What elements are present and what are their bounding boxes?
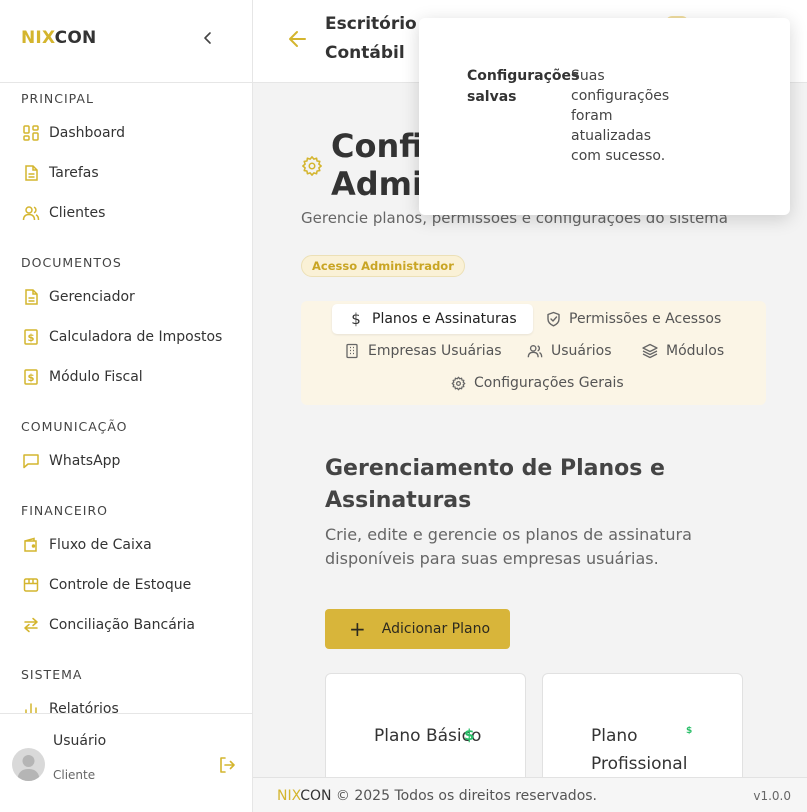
sidebar-item-label: Clientes	[49, 205, 106, 221]
wallet-icon	[21, 535, 41, 555]
chat-icon	[21, 451, 41, 471]
svg-text:$: $	[351, 311, 361, 327]
tab-list: $ Planos e Assinaturas Permissões e Aces…	[301, 301, 766, 405]
logo[interactable]: NIXCON	[21, 28, 96, 48]
toast-notification[interactable]: Configurações salvas Suas configurações …	[419, 18, 790, 215]
dollar-icon: $	[348, 311, 364, 327]
sidebar-item-relatorios[interactable]: Relatórios	[21, 697, 119, 713]
sidebar-item-label: Tarefas	[49, 165, 99, 181]
section-title-documentos: DOCUMENTOS	[21, 255, 122, 270]
tab-label: Usuários	[551, 343, 612, 359]
dollar-icon: $	[686, 726, 693, 736]
tab-planos-e-assinaturas[interactable]: $ Planos e Assinaturas	[332, 304, 533, 334]
section-title-sistema: SISTEMA	[21, 667, 83, 682]
copyright-text: © 2025 Todos os direitos reservados.	[331, 788, 598, 804]
toast-title: Configurações salvas	[467, 68, 580, 105]
sidebar-item-modulo-fiscal[interactable]: $ Módulo Fiscal	[21, 365, 143, 389]
chevron-left-icon	[204, 32, 211, 44]
sidebar-nav: PRINCIPAL Dashboard Tarefas Clientes DOC…	[0, 83, 252, 713]
user-role: Cliente	[53, 768, 96, 782]
tab-label: Empresas Usuárias	[368, 343, 502, 359]
tab-label: Módulos	[666, 343, 725, 359]
sidebar: NIXCON PRINCIPAL Dashboard Tarefas Clien…	[0, 0, 253, 812]
status-badge: Acesso Administrador	[301, 255, 465, 277]
users-icon	[21, 203, 41, 223]
dashboard-icon	[21, 123, 41, 143]
logo-part1: NIX	[21, 28, 55, 48]
tab-modulos[interactable]: Módulos	[626, 336, 740, 366]
section-title-principal: PRINCIPAL	[21, 91, 94, 106]
sidebar-item-clientes[interactable]: Clientes	[21, 201, 105, 225]
logout-icon	[220, 757, 235, 773]
sidebar-item-label: Calculadora de Impostos	[49, 329, 223, 345]
layers-icon	[642, 343, 658, 359]
tab-label: Permissões e Acessos	[569, 311, 722, 327]
tab-label: Configurações Gerais	[474, 375, 624, 391]
collapse-sidebar-button[interactable]	[198, 28, 218, 48]
box-icon	[21, 575, 41, 595]
tab-usuarios[interactable]: Usuários	[511, 336, 628, 366]
section-description: Crie, edite e gerencie os planos de assi…	[325, 525, 692, 568]
gear-icon	[301, 155, 323, 177]
sidebar-item-gerenciador[interactable]: Gerenciador	[21, 285, 135, 309]
user-panel: Usuário Cliente	[0, 713, 252, 812]
section-title-financeiro: FINANCEIRO	[21, 503, 108, 518]
sidebar-item-label: Gerenciador	[49, 289, 135, 305]
section-title: Gerenciamento de Planos e Assinaturas	[325, 456, 665, 513]
add-plan-button[interactable]: + Adicionar Plano	[325, 609, 510, 649]
tab-label: Planos e Assinaturas	[372, 311, 517, 327]
sidebar-item-label: Dashboard	[49, 125, 125, 141]
bar-chart-icon	[21, 699, 41, 713]
file-icon	[21, 287, 41, 307]
dollar-file-icon: $	[21, 327, 41, 347]
tab-empresas-usuarias[interactable]: Empresas Usuárias	[328, 336, 518, 366]
svg-text:$: $	[28, 373, 35, 384]
copyright: NIXCON © 2025 Todos os direitos reservad…	[277, 788, 597, 804]
swap-icon	[21, 615, 41, 635]
user-name: Usuário	[53, 733, 107, 749]
sidebar-item-tarefas[interactable]: Tarefas	[21, 161, 99, 185]
building-icon	[344, 343, 360, 359]
users-icon	[527, 343, 543, 359]
sidebar-item-whatsapp[interactable]: WhatsApp	[21, 449, 120, 473]
dollar-icon: $	[464, 726, 475, 744]
sidebar-item-calculadora[interactable]: $ Calculadora de Impostos	[21, 325, 222, 349]
sidebar-item-conciliacao-bancaria[interactable]: Conciliação Bancária	[21, 613, 195, 637]
sidebar-item-label: Fluxo de Caixa	[49, 537, 152, 553]
section-title-comunicacao: COMUNICAÇÃO	[21, 419, 128, 434]
footer-logo-part2: CON	[300, 788, 332, 804]
sidebar-item-fluxo-de-caixa[interactable]: Fluxo de Caixa	[21, 533, 152, 557]
sidebar-item-dashboard[interactable]: Dashboard	[21, 121, 125, 145]
sidebar-item-label: Conciliação Bancária	[49, 617, 196, 633]
plan-name: Plano Profissional	[591, 726, 688, 774]
file-icon	[21, 163, 41, 183]
sidebar-item-label: Módulo Fiscal	[49, 369, 143, 385]
sidebar-item-label: WhatsApp	[49, 453, 121, 469]
avatar[interactable]	[12, 748, 45, 781]
footer-logo-part1: NIX	[277, 788, 301, 804]
sidebar-item-label: Relatórios	[49, 701, 119, 713]
tab-permissoes-e-acessos[interactable]: Permissões e Acessos	[529, 304, 737, 334]
arrow-left-icon	[289, 31, 306, 47]
toast-message: Suas configurações foram atualizadas com…	[571, 68, 670, 164]
logo-part2: CON	[54, 28, 97, 48]
sidebar-item-label: Controle de Estoque	[49, 577, 192, 593]
logout-button[interactable]	[217, 755, 237, 775]
tab-configuracoes-gerais[interactable]: Configurações Gerais	[434, 368, 640, 398]
plan-card-basico[interactable]: Plano Básico $	[325, 673, 526, 777]
plan-card-profissional[interactable]: Plano Profissional $	[542, 673, 743, 777]
gear-icon	[450, 375, 466, 391]
sidebar-item-controle-de-estoque[interactable]: Controle de Estoque	[21, 573, 191, 597]
sidebar-header: NIXCON	[0, 0, 252, 83]
add-plan-label: Adicionar Plano	[381, 621, 491, 637]
svg-text:$: $	[28, 333, 35, 344]
dollar-file-icon: $	[21, 367, 41, 387]
version-label: v1.0.0	[753, 789, 791, 803]
plus-icon: +	[349, 617, 366, 641]
footer: NIXCON © 2025 Todos os direitos reservad…	[253, 777, 807, 812]
shield-icon	[545, 311, 561, 327]
back-button[interactable]	[286, 27, 310, 51]
